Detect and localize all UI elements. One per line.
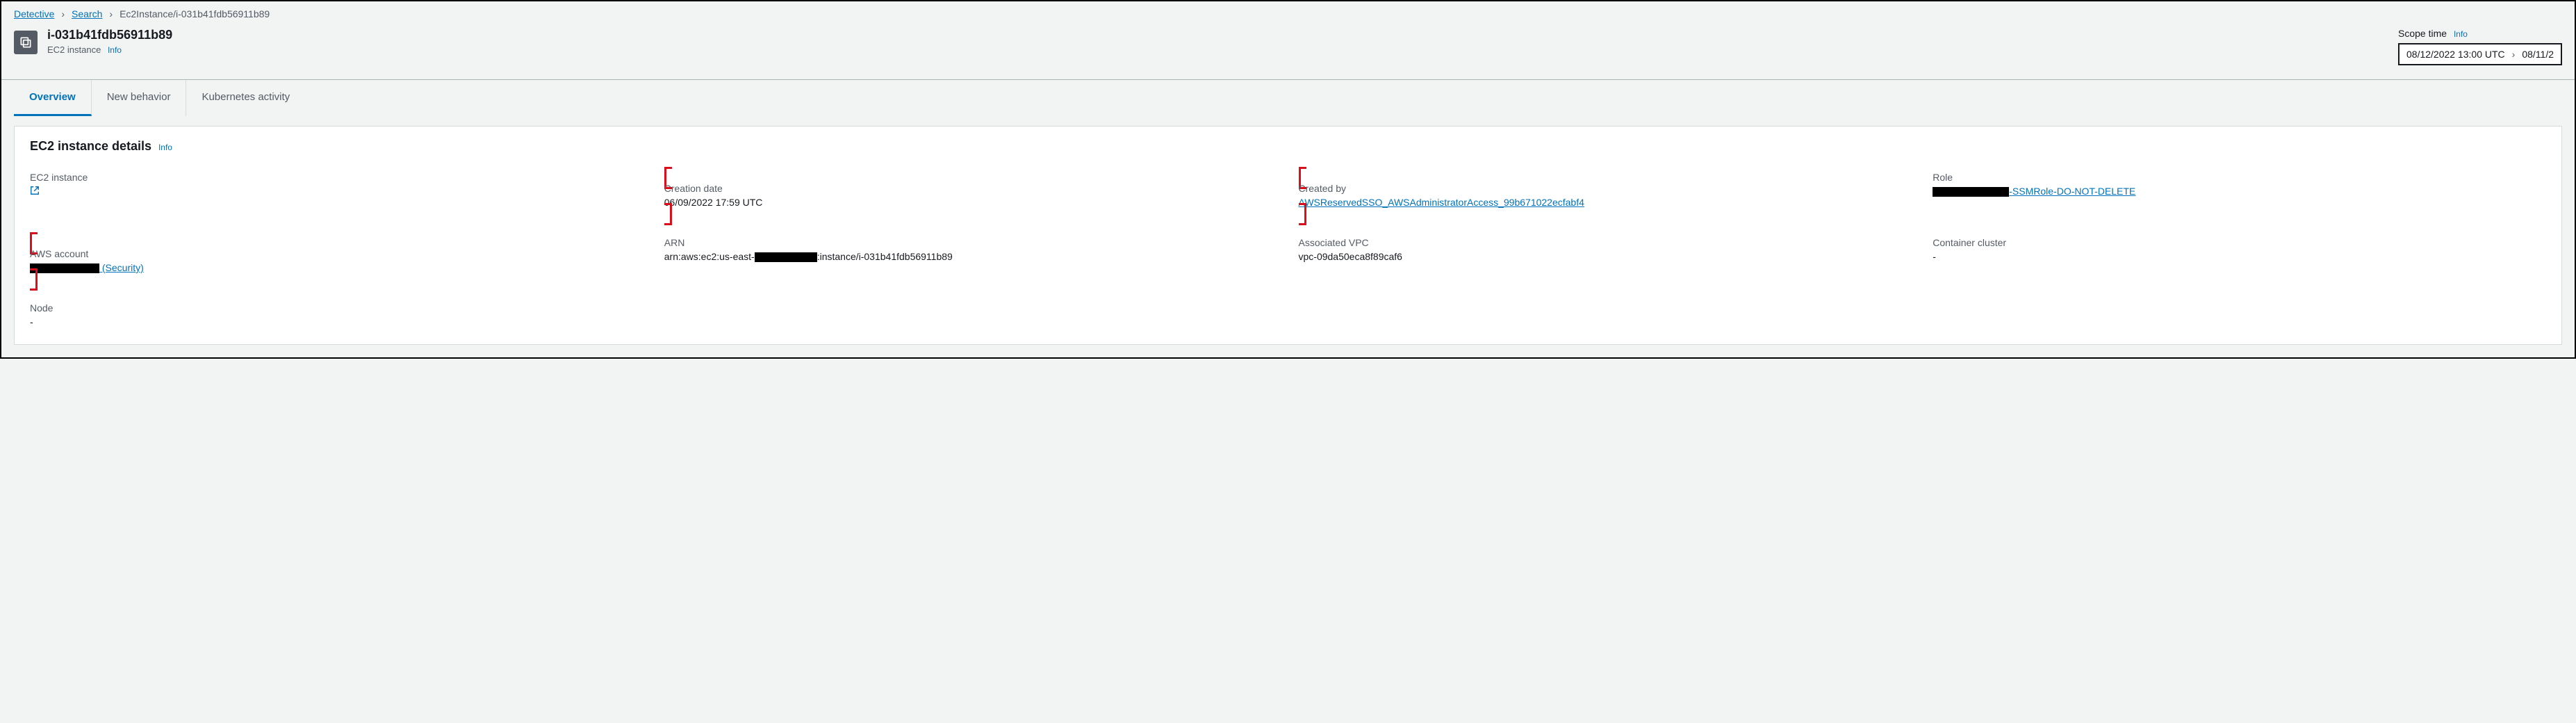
scope-from: 08/12/2022 13:00 UTC	[2406, 49, 2505, 60]
created-by-label: Created by	[1299, 183, 1912, 194]
vpc-value: vpc-09da50eca8f89caf6	[1299, 251, 1912, 262]
aws-account-link[interactable]: (Security)	[30, 262, 144, 273]
creation-date-label: Creation date	[664, 183, 1278, 194]
ec2-instance-icon	[14, 31, 38, 54]
created-by-link[interactable]: AWSReservedSSO_AWSAdministratorAccess_99…	[1299, 197, 1584, 208]
tab-new-behavior[interactable]: New behavior	[92, 80, 187, 116]
redacted-text	[1933, 187, 2009, 197]
role-suffix: -SSMRole-DO-NOT-DELETE	[2009, 186, 2135, 197]
resource-type-label: EC2 instance	[47, 44, 101, 55]
cluster-label: Container cluster	[1933, 237, 2546, 248]
field-arn: ARN arn:aws:ec2:us-east-:instance/i-031b…	[664, 237, 1278, 284]
ec2-details-panel: EC2 instance details Info EC2 instance C…	[14, 126, 2562, 345]
crumb-search[interactable]: Search	[72, 8, 102, 19]
scope-time-picker[interactable]: 08/12/2022 13:00 UTC › 08/11/2	[2398, 43, 2562, 65]
breadcrumb: Detective › Search › Ec2Instance/i-031b4…	[1, 1, 2575, 22]
field-created-by: Created by AWSReservedSSO_AWSAdministrat…	[1299, 172, 1912, 219]
redacted-text	[30, 263, 99, 273]
scope-time-label: Scope time	[2398, 28, 2447, 39]
ec2-instance-label: EC2 instance	[30, 172, 643, 183]
tab-overview[interactable]: Overview	[14, 80, 92, 116]
node-value: -	[30, 316, 643, 327]
arn-value: arn:aws:ec2:us-east-:instance/i-031b41fd…	[664, 251, 1278, 262]
panel-info-link[interactable]: Info	[158, 143, 172, 152]
creation-date-value: 06/09/2022 17:59 UTC	[664, 197, 1278, 208]
crumb-detective[interactable]: Detective	[14, 8, 54, 19]
field-creation-date: Creation date 06/09/2022 17:59 UTC	[664, 172, 1278, 219]
field-node: Node -	[30, 302, 643, 327]
scope-to: 08/11/2	[2522, 49, 2554, 60]
external-link-icon[interactable]	[30, 186, 40, 197]
crumb-current: Ec2Instance/i-031b41fdb56911b89	[120, 8, 270, 19]
cluster-value: -	[1933, 251, 2546, 262]
scope-info-link[interactable]: Info	[2454, 29, 2468, 39]
aws-account-suffix: (Security)	[102, 262, 144, 273]
role-link[interactable]: -SSMRole-DO-NOT-DELETE	[1933, 186, 2135, 197]
role-label: Role	[1933, 172, 2546, 183]
arn-label: ARN	[664, 237, 1278, 248]
vpc-label: Associated VPC	[1299, 237, 1912, 248]
tab-kubernetes-activity[interactable]: Kubernetes activity	[186, 80, 305, 116]
field-role: Role -SSMRole-DO-NOT-DELETE	[1933, 172, 2546, 219]
tab-bar: Overview New behavior Kubernetes activit…	[1, 80, 2575, 116]
field-ec2-instance: EC2 instance	[30, 172, 643, 219]
header-info-link[interactable]: Info	[108, 45, 122, 55]
field-aws-account: AWS account (Security)	[30, 237, 643, 284]
page-title: i-031b41fdb56911b89	[47, 28, 172, 43]
field-associated-vpc: Associated VPC vpc-09da50eca8f89caf6	[1299, 237, 1912, 284]
chevron-right-icon: ›	[109, 8, 113, 19]
field-container-cluster: Container cluster -	[1933, 237, 2546, 284]
aws-account-label: AWS account	[30, 248, 643, 259]
node-label: Node	[30, 302, 643, 314]
chevron-right-icon: ›	[61, 8, 65, 19]
redacted-text	[755, 252, 817, 262]
chevron-right-icon: ›	[2512, 49, 2516, 60]
page-header: i-031b41fdb56911b89 EC2 instance Info Sc…	[1, 22, 2575, 79]
panel-title: EC2 instance details	[30, 139, 151, 154]
